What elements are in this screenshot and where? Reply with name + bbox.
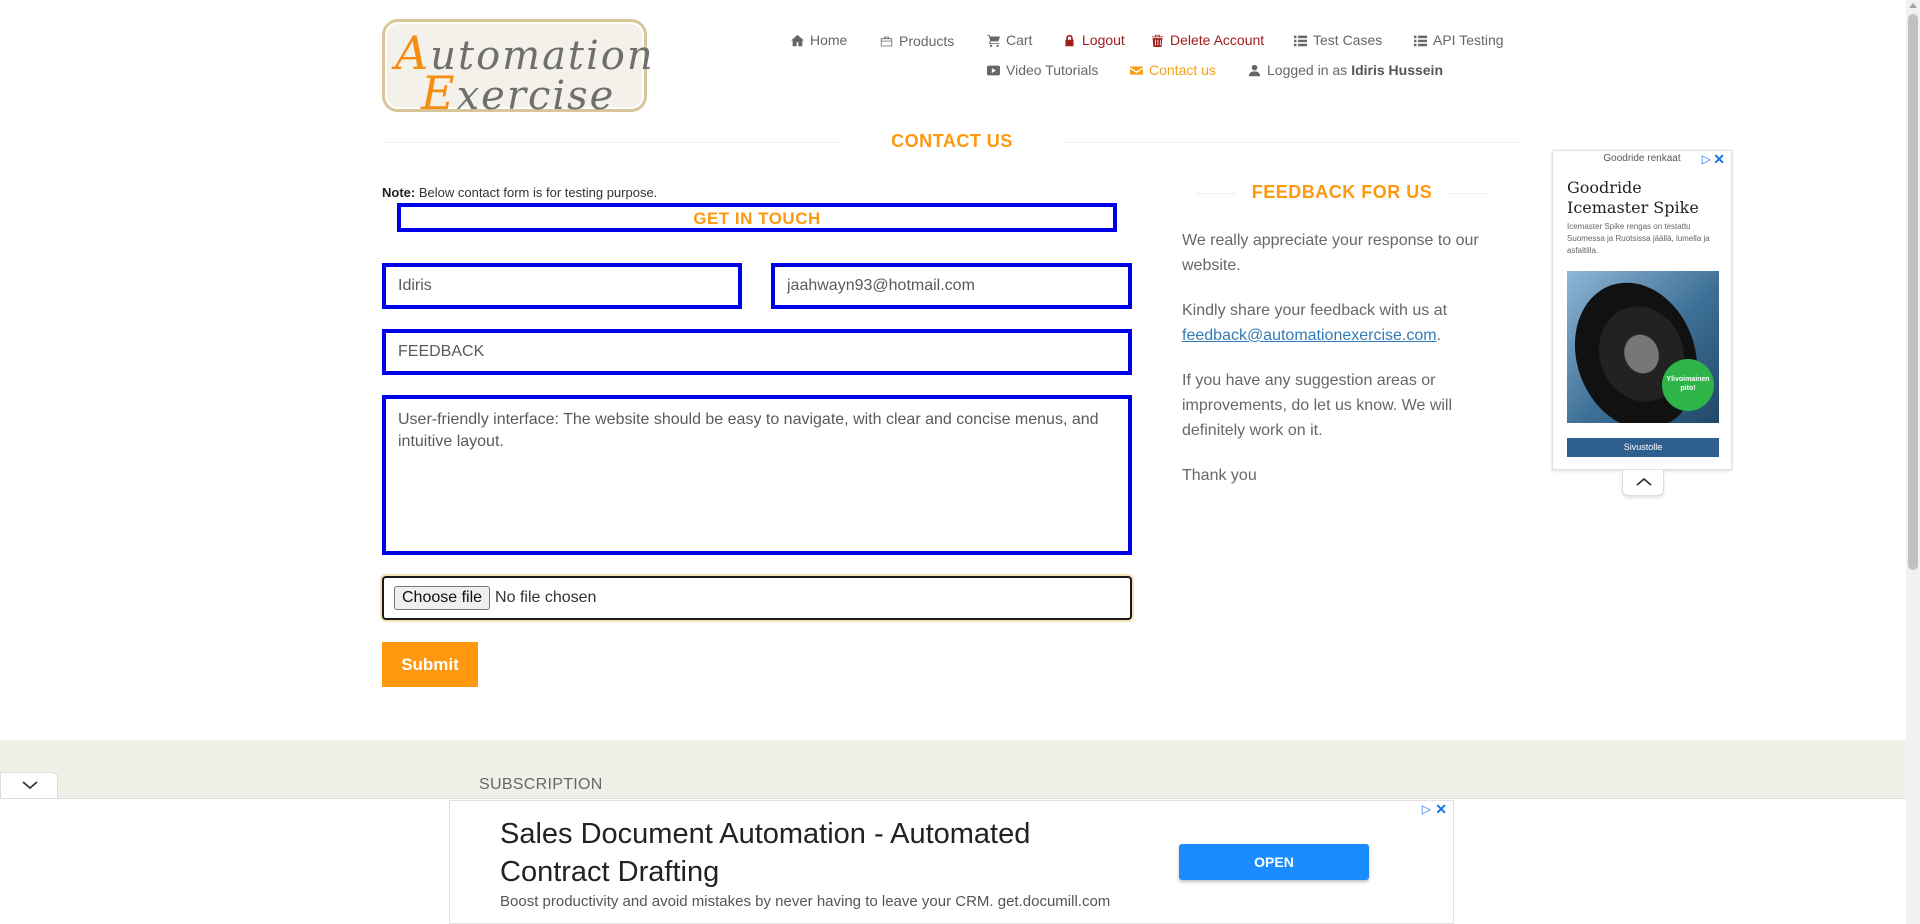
nav-delete-account-link[interactable]: Delete Account [1151, 30, 1264, 50]
subject-field[interactable] [382, 329, 1132, 375]
nav-cart-link[interactable]: Cart [987, 30, 1032, 50]
close-icon[interactable]: ✕ [1435, 801, 1447, 818]
site-logo[interactable]: Automation Exercise [382, 19, 653, 120]
feedback-thank-you: Thank you [1182, 467, 1257, 484]
nav-video-tutorials-link[interactable]: Video Tutorials [987, 60, 1098, 80]
feedback-paragraph-share: Kindly share your feedback with us at fe… [1182, 302, 1448, 344]
nav-api-testing-link[interactable]: API Testing [1414, 30, 1504, 50]
feedback-paragraph-suggestions: If you have any suggestion areas or impr… [1182, 372, 1453, 439]
bottom-ad-open-button[interactable]: OPEN [1179, 844, 1369, 880]
adchoices-icon[interactable]: ▷ [1702, 152, 1711, 166]
get-in-touch-title: GET IN TOUCH [693, 209, 821, 228]
ad-headline: Goodride Icemaster Spike [1567, 178, 1699, 217]
logged-in-status: Logged in as Idiris Hussein [1248, 60, 1443, 80]
feedback-email-link[interactable]: feedback@automationexercise.com [1182, 327, 1437, 344]
bottom-ad-description: Boost productivity and avoid mistakes by… [500, 893, 1111, 910]
ad-subtext: Icemaster Spike rengas on testattu Suome… [1567, 222, 1710, 255]
adchoices-icon[interactable]: ▷ [1422, 802, 1431, 816]
form-note: Note: Below contact form is for testing … [382, 185, 658, 200]
title-divider [1062, 142, 1522, 143]
nav-test-cases-link[interactable]: Test Cases [1294, 30, 1382, 50]
user-icon [1248, 64, 1261, 76]
cart-icon [987, 34, 1000, 47]
feedback-paragraph-appreciate: We really appreciate your response to ou… [1182, 232, 1479, 274]
list-icon [1414, 35, 1427, 46]
ad-badge: Ylivoimainen pito! [1662, 359, 1714, 411]
feedback-title: FEEDBACK FOR US [1251, 182, 1433, 202]
title-divider [1448, 193, 1488, 194]
list-icon [1294, 35, 1307, 46]
scroll-thumb[interactable] [1908, 14, 1918, 570]
youtube-play-icon [987, 65, 1000, 75]
bottom-advertisement[interactable]: ▷ ✕ Sales Document Automation - Automate… [449, 800, 1454, 924]
subject-input[interactable] [398, 343, 1116, 361]
chevron-up-icon [1636, 477, 1652, 486]
message-textarea[interactable]: User-friendly interface: The website sho… [398, 399, 1116, 551]
nav-home-link[interactable]: Home [791, 30, 847, 50]
envelope-icon [1130, 65, 1143, 75]
nav-contact-us-link[interactable]: Contact us [1130, 60, 1216, 80]
home-icon [791, 34, 804, 46]
products-icon [880, 36, 893, 46]
contact-us-title: CONTACT US [891, 131, 1013, 151]
close-icon[interactable]: ✕ [1713, 151, 1725, 168]
bottom-ad-collapse-button[interactable] [0, 772, 58, 798]
tire-image: Ylivoimainen pito! [1567, 271, 1719, 423]
file-upload[interactable]: Choose file No file chosen [382, 576, 1132, 620]
scroll-up-icon[interactable] [1909, 3, 1917, 8]
name-input[interactable] [398, 277, 726, 295]
nav-logout-link[interactable]: Logout [1063, 30, 1125, 50]
submit-button[interactable]: Submit [382, 642, 478, 687]
email-field[interactable] [771, 263, 1132, 309]
name-field[interactable] [382, 263, 742, 309]
title-divider [382, 142, 842, 143]
side-advertisement[interactable]: Goodride renkaat ▷ ✕ Goodride Icemaster … [1552, 150, 1732, 470]
bottom-ad-headline: Sales Document Automation - Automated Co… [500, 818, 1031, 888]
choose-file-button[interactable]: Choose file [394, 586, 491, 610]
subscription-heading: SUBSCRIPTION [479, 776, 603, 793]
nav-products-link[interactable]: Products [880, 31, 954, 51]
get-in-touch-heading-box: GET IN TOUCH [397, 203, 1117, 232]
page-scrollbar[interactable] [1906, 0, 1920, 924]
lock-icon [1065, 34, 1074, 46]
title-divider [1196, 193, 1236, 194]
ad-visit-button[interactable]: Sivustolle [1567, 438, 1719, 457]
email-input[interactable] [787, 277, 1116, 295]
ad-collapse-button[interactable] [1622, 470, 1664, 496]
chevron-down-icon [22, 781, 38, 790]
trash-icon [1151, 34, 1164, 47]
file-status-text: No file chosen [495, 589, 597, 606]
message-field[interactable]: User-friendly interface: The website sho… [382, 395, 1132, 555]
